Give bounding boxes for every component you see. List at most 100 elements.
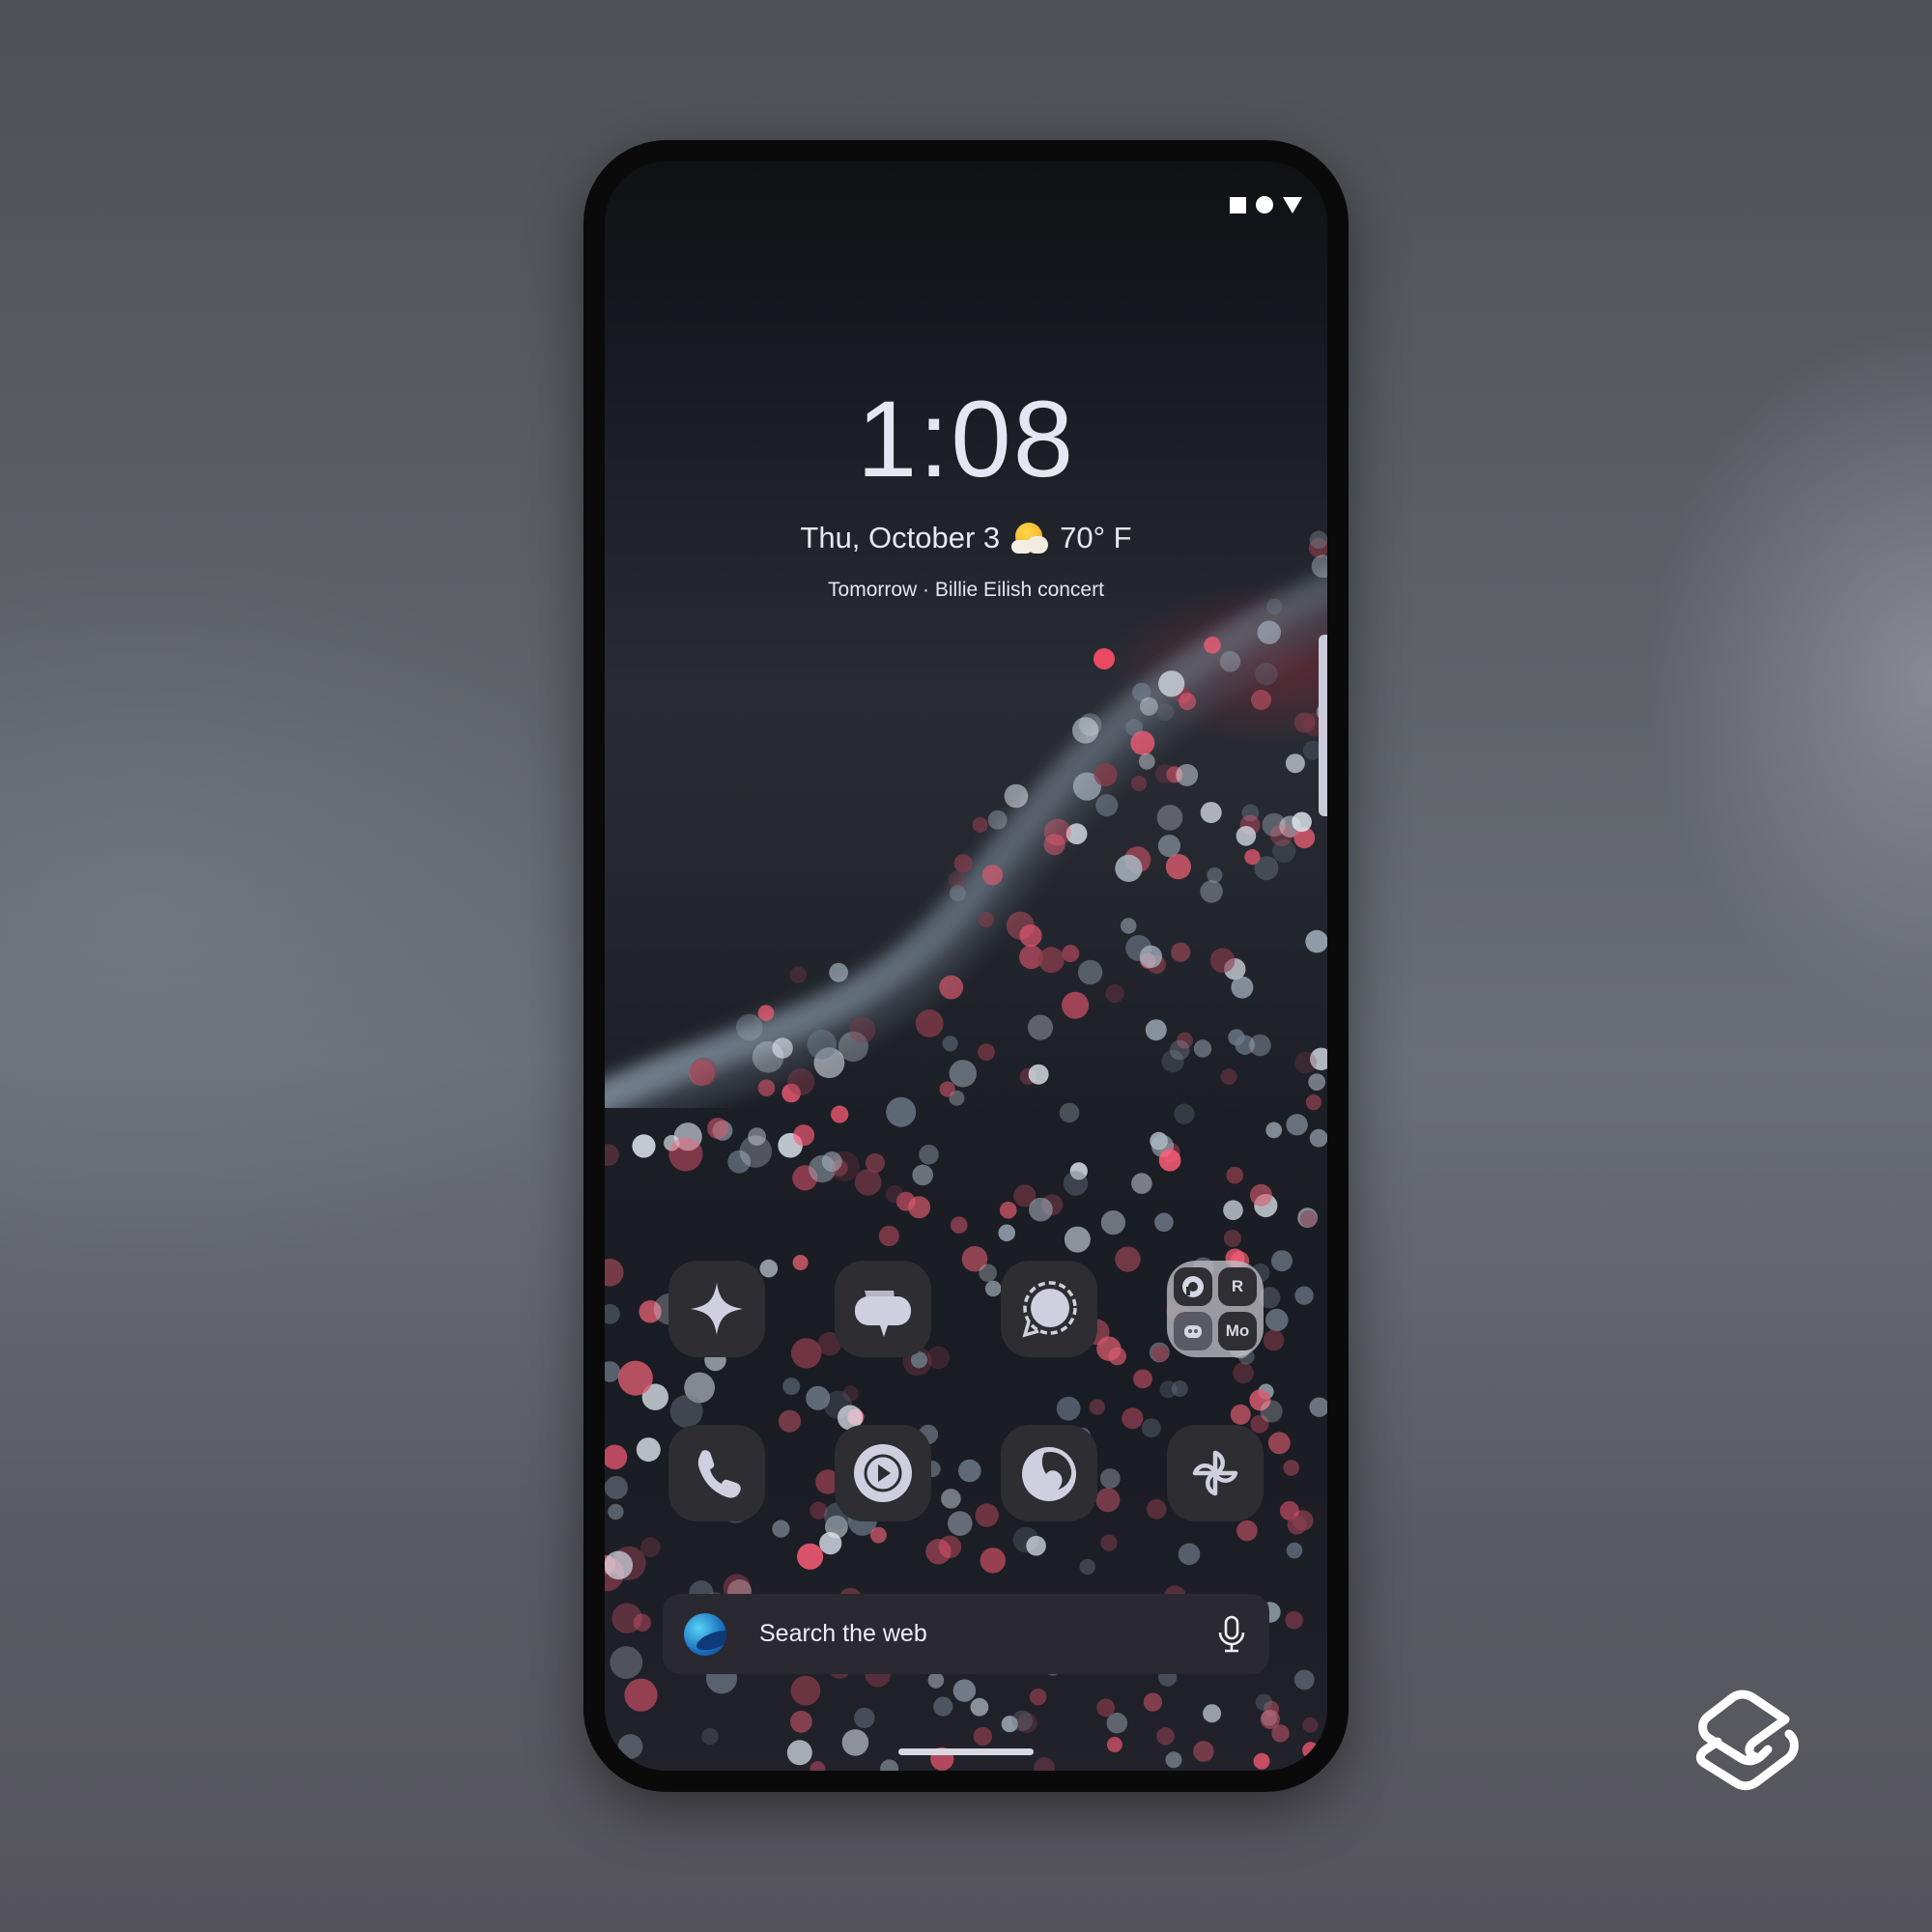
bokeh-dot [1131, 1173, 1152, 1194]
microphone-icon[interactable] [1215, 1615, 1248, 1654]
bokeh-dot [1299, 1210, 1318, 1228]
bokeh-dot [825, 1515, 848, 1539]
bokeh-dot [1158, 1149, 1181, 1172]
bokeh-dot [1147, 954, 1166, 974]
bokeh-dot [1078, 713, 1102, 736]
bokeh-dot [978, 1043, 995, 1061]
bokeh-dot [611, 1603, 642, 1634]
bokeh-dot [1122, 1407, 1144, 1430]
bokeh-dot [633, 1613, 652, 1633]
search-input[interactable]: Search the web [759, 1620, 1215, 1648]
brand-logo-icon [1695, 1690, 1799, 1791]
bokeh-dot [1264, 1700, 1280, 1717]
bokeh-dot [1235, 1035, 1255, 1055]
app-youtube-music[interactable] [835, 1425, 931, 1521]
edge-scroll-handle[interactable] [1319, 635, 1327, 816]
bokeh-dot [759, 1259, 779, 1278]
bokeh-dot [980, 1548, 1006, 1574]
app-messages[interactable] [835, 1261, 931, 1357]
bokeh-dot [1150, 1131, 1168, 1151]
bokeh-dot [1254, 856, 1279, 881]
bokeh-dot [1171, 942, 1191, 962]
bokeh-dot [1037, 947, 1065, 974]
bokeh-dot [1302, 1717, 1319, 1733]
app-phone[interactable] [668, 1425, 765, 1521]
bokeh-dot [1261, 1710, 1278, 1726]
discord-icon [1174, 1312, 1212, 1350]
bokeh-dot [1019, 1067, 1037, 1085]
bokeh-dot [1056, 1396, 1081, 1421]
bokeh-dot [841, 1729, 869, 1756]
bokeh-dot [1132, 682, 1151, 702]
bokeh-dot [908, 1196, 931, 1219]
bokeh-dot [1043, 834, 1065, 856]
bokeh-dot [624, 1678, 658, 1712]
bokeh-dot [1271, 1724, 1290, 1743]
bokeh-dot [689, 1057, 718, 1086]
bokeh-dot [1006, 911, 1035, 940]
bokeh-dot [1179, 693, 1197, 711]
app-firefox[interactable] [1001, 1425, 1097, 1521]
bokeh-dot [689, 1060, 715, 1086]
app-folder[interactable]: R Mo [1167, 1261, 1264, 1357]
bokeh-dot [1174, 686, 1191, 704]
bokeh-dot [1236, 826, 1257, 846]
bokeh-dot [975, 1503, 999, 1527]
bokeh-dot [778, 1132, 803, 1158]
date-weather-row[interactable]: Thu, October 3 70° F [605, 521, 1327, 555]
bokeh-dot [605, 1303, 620, 1324]
bokeh-dot [1154, 1212, 1174, 1233]
bokeh-dot [1230, 1404, 1251, 1425]
bokeh-dot [669, 1394, 703, 1428]
bokeh-dot [1166, 766, 1183, 783]
date-label[interactable]: Thu, October 3 [800, 521, 1000, 555]
bokeh-dot [1176, 1032, 1193, 1049]
gesture-nav-handle[interactable] [898, 1748, 1034, 1755]
search-bar[interactable]: Search the web [663, 1594, 1269, 1674]
bokeh-dot [1159, 1380, 1178, 1399]
bokeh-dot [1260, 1400, 1283, 1423]
circle-icon [1256, 196, 1273, 213]
bokeh-dot [1292, 1510, 1314, 1531]
bokeh-dot [1130, 730, 1155, 755]
bokeh-dot [829, 1151, 860, 1181]
app-gemini[interactable] [668, 1261, 765, 1357]
bokeh-dot [1255, 663, 1278, 686]
bokeh-dot [608, 1503, 624, 1520]
bokeh-dot [673, 1122, 702, 1151]
bokeh-dot [927, 1672, 945, 1689]
bokeh-dot [1156, 805, 1183, 831]
bokeh-dot [849, 1016, 876, 1043]
bokeh-dot [1138, 753, 1155, 770]
bokeh-dot [1285, 753, 1305, 774]
bokeh-dot [939, 1081, 955, 1097]
bokeh-dot [1165, 1751, 1182, 1769]
upcoming-event[interactable]: Tomorrow · Billie Eilish concert [605, 579, 1327, 602]
bokeh-dot [1161, 1049, 1184, 1073]
bokeh-dot [829, 962, 848, 982]
app-signal[interactable] [1001, 1261, 1097, 1357]
bokeh-dot [1297, 1208, 1318, 1228]
temperature-label[interactable]: 70° F [1060, 521, 1131, 555]
bokeh-dot [1151, 1134, 1174, 1157]
clock-time[interactable]: 1:08 [605, 385, 1327, 494]
status-bar [1230, 196, 1302, 213]
play-circle-icon [854, 1444, 912, 1502]
bokeh-dot [1125, 934, 1152, 961]
bokeh-dot [821, 1151, 842, 1172]
bokeh-dot [782, 1378, 801, 1396]
bokeh-dot [1139, 945, 1163, 968]
bokeh-dot [1309, 1397, 1327, 1417]
bokeh-dot [1267, 1432, 1291, 1455]
bokeh-dot [1294, 1286, 1314, 1305]
bokeh-dot [1241, 804, 1260, 822]
bokeh-dot [1204, 637, 1221, 654]
bokeh-dot [1272, 838, 1296, 864]
bokeh-dot [933, 1696, 953, 1717]
app-photos[interactable] [1167, 1425, 1264, 1521]
bokeh-dot [1250, 1183, 1272, 1207]
bokeh-dot [1096, 1336, 1122, 1361]
bokeh-dot [1271, 1250, 1293, 1272]
bokeh-dot [1094, 762, 1118, 787]
browser-logo-icon[interactable] [684, 1612, 726, 1656]
